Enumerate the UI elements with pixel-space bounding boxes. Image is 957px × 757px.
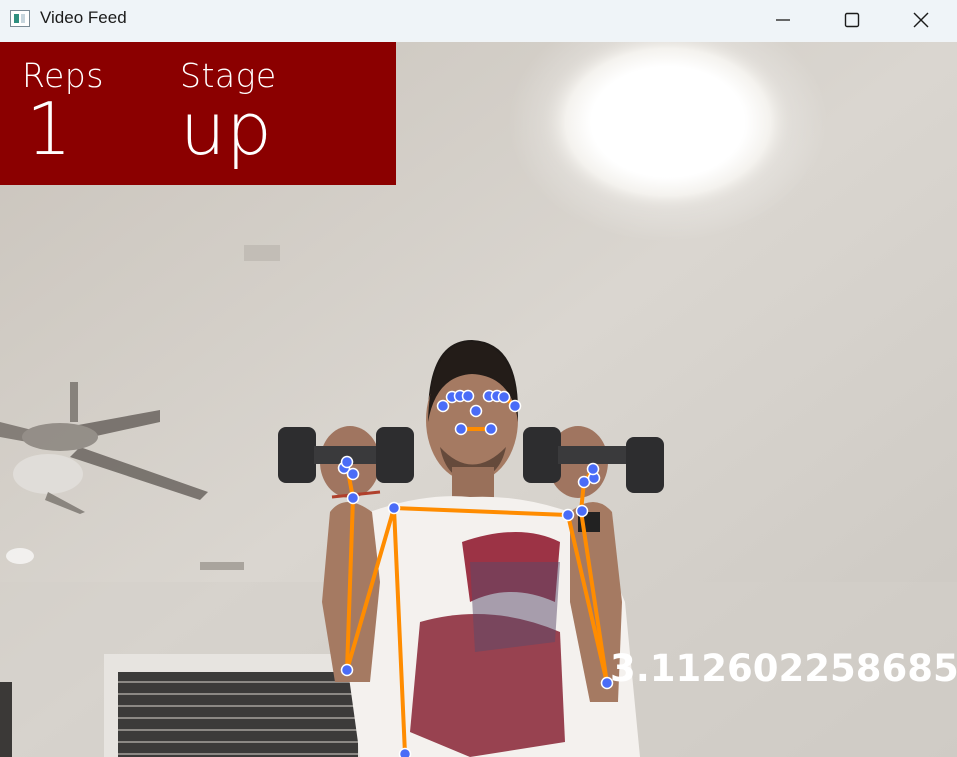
title-bar[interactable]: Video Feed [0, 0, 957, 40]
maximize-button[interactable] [829, 0, 875, 40]
rep-counter-panel: Reps Stage 1 up [0, 42, 396, 185]
video-frame: Reps Stage 1 up 3.1126022586857 [0, 42, 957, 757]
minimize-icon [776, 19, 790, 21]
close-icon [913, 12, 929, 28]
elbow-angle-readout: 3.1126022586857 [610, 647, 957, 690]
stage-value: up [180, 87, 273, 171]
window-title: Video Feed [40, 8, 127, 27]
minimize-button[interactable] [760, 0, 806, 40]
video-feed-window: Video Feed Reps Stage 1 up 3.11260225868… [0, 0, 957, 757]
app-window-icon [10, 10, 30, 27]
window-blinds [104, 654, 364, 757]
maximize-icon [844, 12, 860, 28]
reps-value: 1 [26, 87, 73, 171]
close-button[interactable] [898, 0, 944, 40]
